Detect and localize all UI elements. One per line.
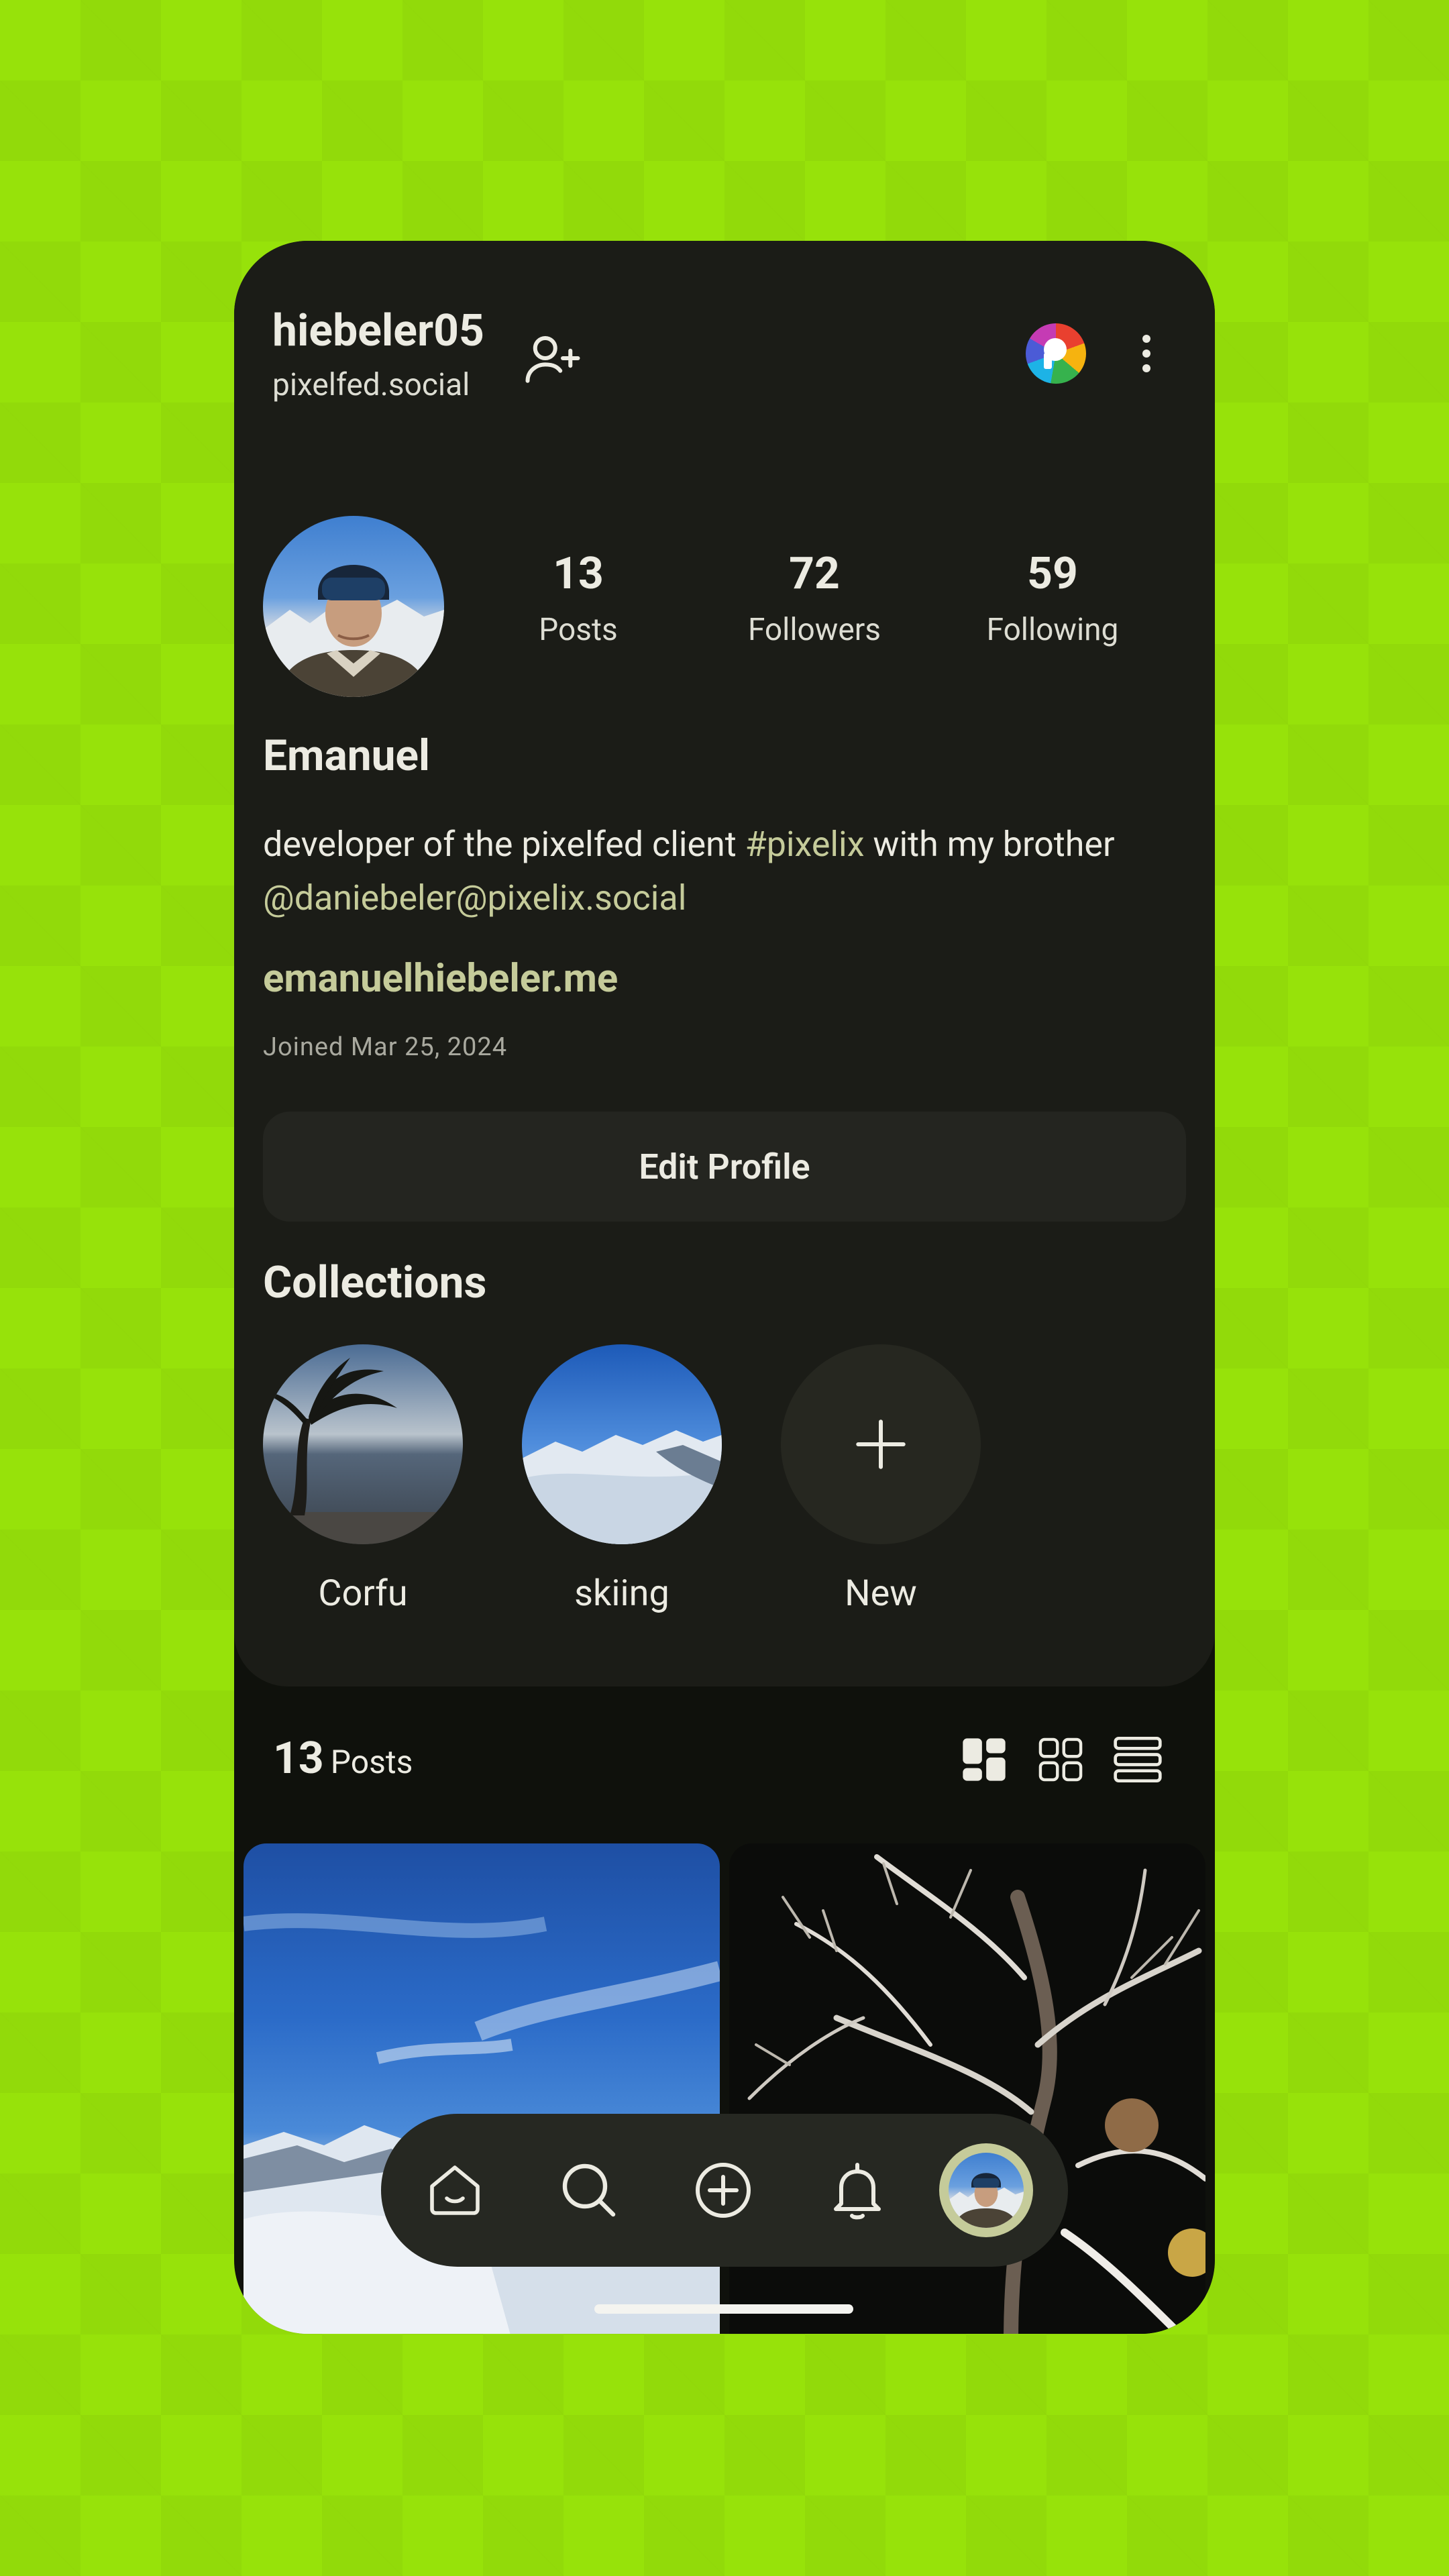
masonry-grid-icon[interactable] <box>957 1733 1011 1786</box>
followers-count: 72 <box>789 548 840 600</box>
following-label: Following <box>986 612 1119 648</box>
list-icon[interactable] <box>1111 1733 1165 1786</box>
search-icon[interactable] <box>539 2114 639 2267</box>
profile-avatar[interactable] <box>263 516 444 697</box>
collection-label: Corfu <box>318 1572 408 1615</box>
bio: developer of the pixelfed client #pixeli… <box>263 818 1202 925</box>
home-icon[interactable] <box>405 2114 505 2267</box>
following-count: 59 <box>1027 548 1078 600</box>
bell-icon[interactable] <box>807 2114 908 2267</box>
mention-link[interactable]: @daniebeler@pixelix.social <box>263 877 686 918</box>
posts-label: Posts <box>539 612 618 648</box>
edit-profile-button[interactable]: Edit Profile <box>263 1112 1186 1222</box>
instance-domain: pixelfed.social <box>272 367 470 403</box>
person-add-icon[interactable] <box>516 321 590 395</box>
add-circle-icon[interactable] <box>673 2114 773 2267</box>
stat-followers[interactable]: 72 Followers <box>704 548 925 648</box>
posts-count-number: 13 <box>273 1733 324 1784</box>
profile-avatar[interactable] <box>936 2114 1036 2267</box>
collection-corfu[interactable]: Corfu <box>263 1344 463 1615</box>
website-link[interactable]: emanuelhiebeler.me <box>263 956 618 1002</box>
plus-icon <box>781 1344 981 1544</box>
bio-text: developer of the pixelfed client <box>263 824 745 865</box>
bio-text-middle: with my brother <box>864 824 1115 865</box>
username: hiebeler05 <box>272 305 484 357</box>
profile-card: hiebeler05 pixelfed.social 13 Posts 72 F… <box>234 241 1215 1686</box>
gesture-home-bar[interactable] <box>594 2304 853 2314</box>
collection-skiing[interactable]: skiing <box>522 1344 722 1615</box>
followers-label: Followers <box>747 612 881 648</box>
pixelfed-logo-icon[interactable] <box>1026 323 1086 384</box>
posts-count-header: 13 Posts <box>273 1733 413 1784</box>
bottom-navigation <box>381 2114 1068 2267</box>
posts-count-label: Posts <box>330 1743 413 1781</box>
collection-label: New <box>845 1572 917 1615</box>
grid-icon[interactable] <box>1034 1733 1087 1786</box>
stat-following[interactable]: 59 Following <box>942 548 1163 648</box>
collection-label: skiing <box>574 1572 669 1615</box>
display-name: Emanuel <box>263 731 430 781</box>
joined-date: Joined Mar 25, 2024 <box>263 1032 508 1062</box>
phone-screen: hiebeler05 pixelfed.social 13 Posts 72 F… <box>234 241 1215 2334</box>
posts-count: 13 <box>553 548 604 600</box>
collections-title: Collections <box>263 1257 487 1309</box>
stat-posts[interactable]: 13 Posts <box>521 548 635 648</box>
collection-thumbnail <box>522 1344 722 1544</box>
collection-thumbnail <box>263 1344 463 1544</box>
collection-new[interactable]: New <box>781 1344 981 1615</box>
more-vertical-icon[interactable] <box>1123 323 1170 384</box>
hashtag-link[interactable]: #pixelix <box>745 824 865 865</box>
